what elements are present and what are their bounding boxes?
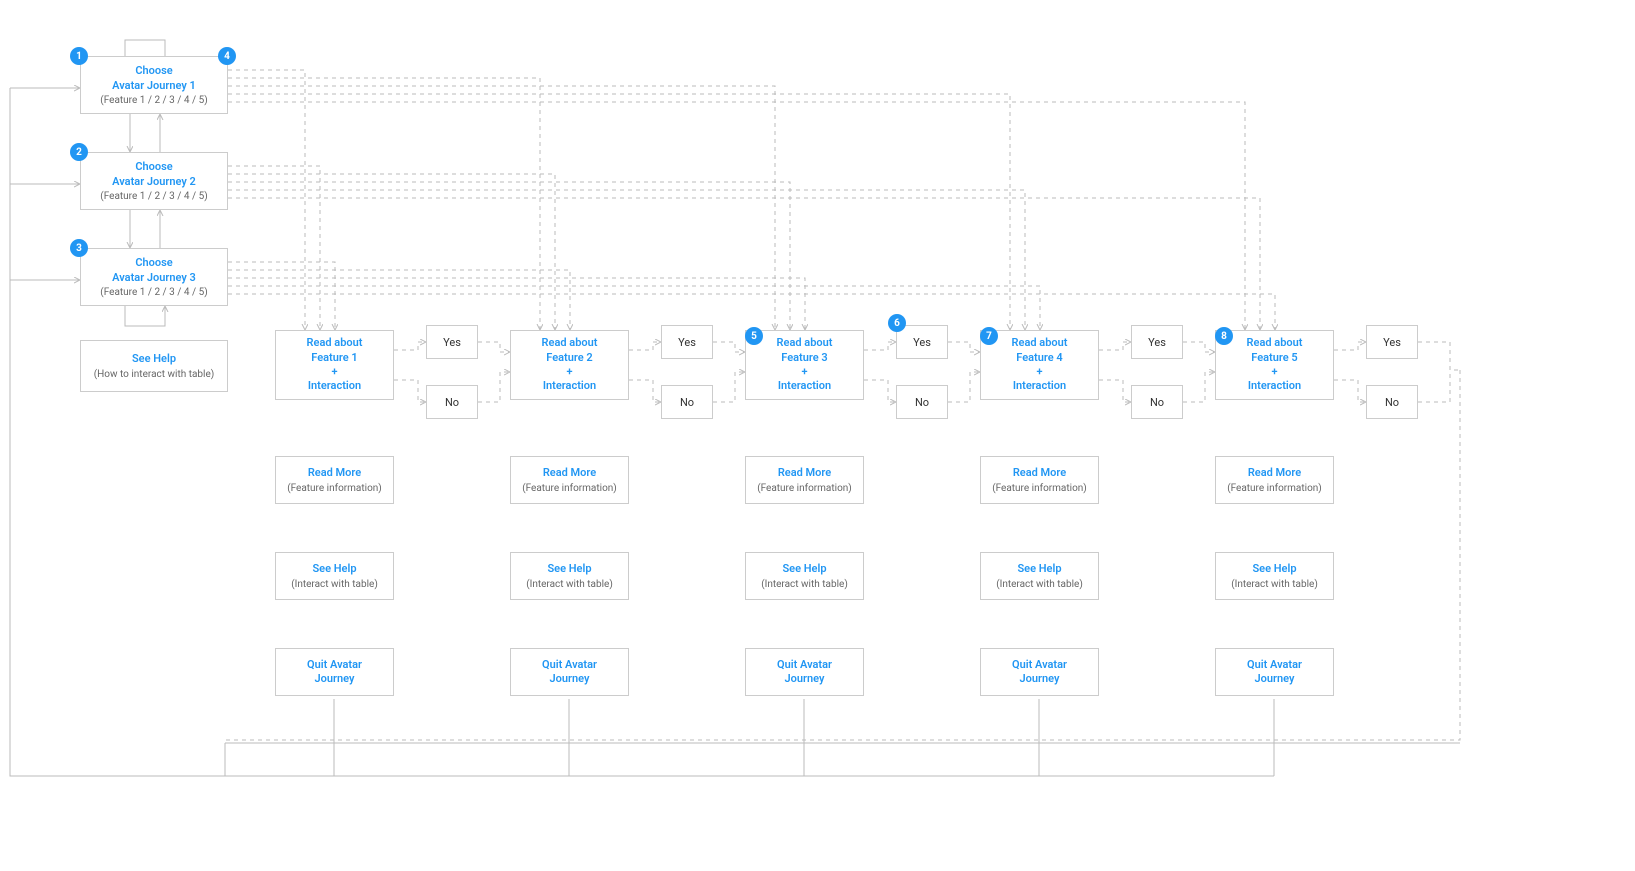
badge-4: 4 (218, 47, 236, 65)
read-feature-2[interactable]: Read aboutFeature 2+Interaction (510, 330, 629, 400)
decision-yes-2[interactable]: Yes (661, 325, 713, 359)
see-help-main-title: See Help (132, 352, 176, 366)
decision-no-1[interactable]: No (426, 385, 478, 419)
badge-7: 7 (980, 327, 998, 345)
journey-1-title: ChooseAvatar Journey 1 (112, 64, 196, 93)
quit-2[interactable]: Quit AvatarJourney (510, 648, 629, 696)
quit-1[interactable]: Quit AvatarJourney (275, 648, 394, 696)
read-feature-3[interactable]: Read aboutFeature 3+Interaction (745, 330, 864, 400)
read-more-2[interactable]: Read More(Feature information) (510, 456, 629, 504)
decision-no-5[interactable]: No (1366, 385, 1418, 419)
choose-journey-2[interactable]: ChooseAvatar Journey 2 (Feature 1 / 2 / … (80, 152, 228, 210)
journey-3-sub: (Feature 1 / 2 / 3 / 4 / 5) (100, 287, 207, 298)
decision-no-4[interactable]: No (1131, 385, 1183, 419)
decision-no-3[interactable]: No (896, 385, 948, 419)
decision-yes-1[interactable]: Yes (426, 325, 478, 359)
quit-5[interactable]: Quit AvatarJourney (1215, 648, 1334, 696)
read-more-5[interactable]: Read More(Feature information) (1215, 456, 1334, 504)
journey-2-title: ChooseAvatar Journey 2 (112, 160, 196, 189)
decision-yes-5[interactable]: Yes (1366, 325, 1418, 359)
read-more-3[interactable]: Read More(Feature information) (745, 456, 864, 504)
see-help-1[interactable]: See Help(Interact with table) (275, 552, 394, 600)
see-help-main[interactable]: See Help (How to interact with table) (80, 340, 228, 392)
badge-2: 2 (70, 143, 88, 161)
see-help-4[interactable]: See Help(Interact with table) (980, 552, 1099, 600)
badge-1: 1 (70, 47, 88, 65)
badge-6: 6 (888, 314, 906, 332)
decision-no-2[interactable]: No (661, 385, 713, 419)
see-help-3[interactable]: See Help(Interact with table) (745, 552, 864, 600)
decision-yes-4[interactable]: Yes (1131, 325, 1183, 359)
journey-1-sub: (Feature 1 / 2 / 3 / 4 / 5) (100, 95, 207, 106)
quit-3[interactable]: Quit AvatarJourney (745, 648, 864, 696)
journey-3-title: ChooseAvatar Journey 3 (112, 256, 196, 285)
read-feature-5[interactable]: Read aboutFeature 5+Interaction (1215, 330, 1334, 400)
badge-3: 3 (70, 239, 88, 257)
quit-4[interactable]: Quit AvatarJourney (980, 648, 1099, 696)
read-more-1[interactable]: Read More(Feature information) (275, 456, 394, 504)
journey-2-sub: (Feature 1 / 2 / 3 / 4 / 5) (100, 191, 207, 202)
choose-journey-1[interactable]: ChooseAvatar Journey 1 (Feature 1 / 2 / … (80, 56, 228, 114)
choose-journey-3[interactable]: ChooseAvatar Journey 3 (Feature 1 / 2 / … (80, 248, 228, 306)
read-feature-4[interactable]: Read aboutFeature 4+Interaction (980, 330, 1099, 400)
decision-yes-3[interactable]: Yes (896, 325, 948, 359)
read-more-4[interactable]: Read More(Feature information) (980, 456, 1099, 504)
badge-8: 8 (1215, 327, 1233, 345)
badge-5: 5 (745, 327, 763, 345)
read-feature-1[interactable]: Read aboutFeature 1+Interaction (275, 330, 394, 400)
see-help-2[interactable]: See Help(Interact with table) (510, 552, 629, 600)
see-help-main-sub: (How to interact with table) (94, 369, 215, 380)
see-help-5[interactable]: See Help(Interact with table) (1215, 552, 1334, 600)
